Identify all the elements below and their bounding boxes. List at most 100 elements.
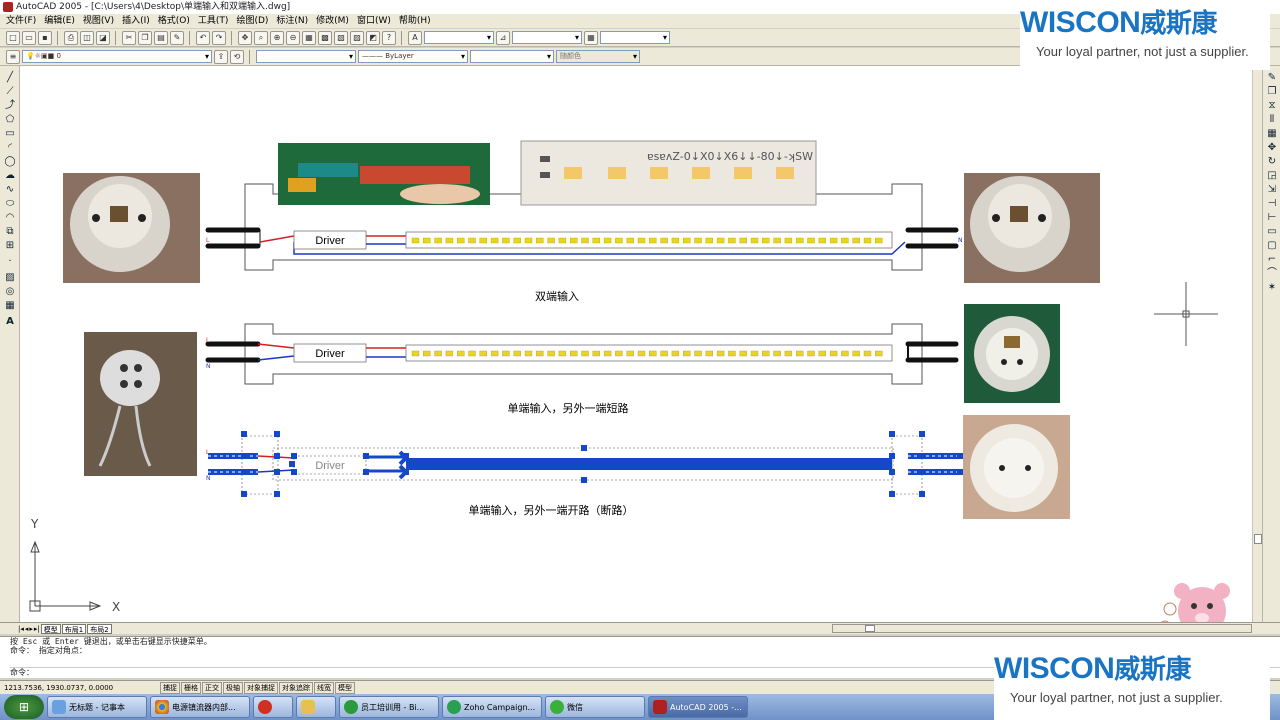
point-icon[interactable]: · bbox=[3, 256, 17, 268]
rotate-icon[interactable]: ↻ bbox=[1265, 156, 1279, 168]
table-icon[interactable]: ▦ bbox=[3, 300, 17, 312]
grip-handle[interactable] bbox=[289, 461, 295, 467]
insert-block-icon[interactable]: ⧉ bbox=[3, 226, 17, 238]
layer-manager-icon[interactable]: ≡ bbox=[6, 49, 20, 64]
grip-handle[interactable] bbox=[483, 461, 489, 467]
text-style-combo[interactable] bbox=[424, 31, 494, 44]
grip-handle[interactable] bbox=[889, 469, 895, 475]
revision-cloud-icon[interactable]: ☁ bbox=[3, 170, 17, 182]
construction-line-icon[interactable]: ⟋ bbox=[3, 86, 17, 98]
grip-handle[interactable] bbox=[241, 469, 247, 475]
match-properties-icon[interactable]: ✎ bbox=[170, 30, 184, 45]
plot-style-combo[interactable]: 随颜色 bbox=[556, 50, 640, 63]
undo-icon[interactable]: ↶ bbox=[196, 30, 210, 45]
new-icon[interactable]: □ bbox=[6, 30, 20, 45]
design-center-icon[interactable]: ▩ bbox=[318, 30, 332, 45]
tab-nav-prev-icon[interactable]: ◂ bbox=[25, 625, 29, 633]
grip-handle[interactable] bbox=[274, 453, 280, 459]
preview-icon[interactable]: ◫ bbox=[80, 30, 94, 45]
spline-icon[interactable]: ∿ bbox=[3, 184, 17, 196]
stretch-icon[interactable]: ⇲ bbox=[1265, 184, 1279, 196]
erase-icon[interactable]: ✎ bbox=[1265, 72, 1279, 84]
circle-icon[interactable]: ◯ bbox=[3, 156, 17, 168]
menu-view[interactable]: 视图(V) bbox=[81, 14, 116, 28]
taskbar-zoho[interactable]: Zoho Campaign... bbox=[442, 696, 542, 718]
taskbar-app3[interactable] bbox=[253, 696, 293, 718]
publish-icon[interactable]: ◪ bbox=[96, 30, 110, 45]
grip-handle[interactable] bbox=[291, 453, 297, 459]
menu-edit[interactable]: 编辑(E) bbox=[42, 14, 77, 28]
explode-icon[interactable]: ✶ bbox=[1265, 282, 1279, 294]
properties-icon[interactable]: ▦ bbox=[302, 30, 316, 45]
grip-handle[interactable] bbox=[363, 453, 369, 459]
dim-style-combo[interactable] bbox=[512, 31, 582, 44]
zoom-previous-icon[interactable]: ⊖ bbox=[286, 30, 300, 45]
snap-toggle[interactable]: 捕捉 bbox=[160, 681, 180, 694]
grip-handle[interactable] bbox=[274, 431, 280, 437]
grip-handle[interactable] bbox=[919, 491, 925, 497]
ellipse-icon[interactable]: ⬭ bbox=[3, 198, 17, 210]
arc-icon[interactable]: ◜ bbox=[3, 142, 17, 154]
tab-nav-first-icon[interactable]: |◂ bbox=[18, 625, 24, 633]
grip-handle[interactable] bbox=[291, 469, 297, 475]
osnap-toggle[interactable]: 对象捕捉 bbox=[244, 681, 278, 694]
hatch-icon[interactable]: ▨ bbox=[3, 272, 17, 284]
array-icon[interactable]: ▦ bbox=[1265, 128, 1279, 140]
sheet-set-icon[interactable]: ▨ bbox=[350, 30, 364, 45]
grip-handle[interactable] bbox=[581, 477, 587, 483]
zoom-realtime-icon[interactable]: ⌕ bbox=[254, 30, 268, 45]
grip-handle[interactable] bbox=[957, 469, 963, 475]
cut-icon[interactable]: ✂ bbox=[122, 30, 136, 45]
dim-style-icon[interactable]: ⊿ bbox=[496, 30, 510, 45]
save-icon[interactable]: ▪ bbox=[38, 30, 52, 45]
vertical-scrollbar[interactable] bbox=[1252, 66, 1262, 622]
menu-window[interactable]: 窗口(W) bbox=[355, 14, 393, 28]
offset-icon[interactable]: ⫴ bbox=[1265, 114, 1279, 126]
table-style-icon[interactable]: ▦ bbox=[584, 30, 598, 45]
redo-icon[interactable]: ↷ bbox=[212, 30, 226, 45]
menu-draw[interactable]: 绘图(D) bbox=[234, 14, 270, 28]
taskbar-wechat[interactable]: 微信 bbox=[545, 696, 645, 718]
menu-format[interactable]: 格式(O) bbox=[156, 14, 192, 28]
grip-handle[interactable] bbox=[919, 431, 925, 437]
zoom-window-icon[interactable]: ⊕ bbox=[270, 30, 284, 45]
ortho-toggle[interactable]: 正交 bbox=[202, 681, 222, 694]
text-style-icon[interactable]: A bbox=[408, 30, 422, 45]
grip-handle[interactable] bbox=[889, 431, 895, 437]
make-current-icon[interactable]: ⇪ bbox=[214, 49, 228, 64]
break-icon[interactable]: ▭ bbox=[1265, 226, 1279, 238]
otrack-toggle[interactable]: 对象追踪 bbox=[279, 681, 313, 694]
fillet-icon[interactable]: ⌒ bbox=[1265, 268, 1279, 280]
lineweight-combo[interactable] bbox=[470, 50, 554, 63]
grip-handle[interactable] bbox=[919, 469, 925, 475]
open-icon[interactable]: ▭ bbox=[22, 30, 36, 45]
ellipse-arc-icon[interactable]: ◠ bbox=[3, 212, 17, 224]
polyline-icon[interactable]: ⤴ bbox=[3, 100, 17, 112]
polygon-icon[interactable]: ⬠ bbox=[3, 114, 17, 126]
tab-layout2[interactable]: 布局2 bbox=[87, 623, 112, 634]
help-icon[interactable]: ? bbox=[382, 30, 396, 45]
pan-icon[interactable]: ✥ bbox=[238, 30, 252, 45]
grip-handle[interactable] bbox=[581, 445, 587, 451]
line-icon[interactable]: ╱ bbox=[3, 72, 17, 84]
drawing-canvas[interactable]: L N Driver 双端输入 L N Driver 单端输入，另外一端短路 L… bbox=[20, 66, 1252, 622]
grip-handle[interactable] bbox=[241, 453, 247, 459]
copy-object-icon[interactable]: ❐ bbox=[1265, 86, 1279, 98]
extend-icon[interactable]: ⊢ bbox=[1265, 212, 1279, 224]
grip-handle[interactable] bbox=[403, 453, 409, 459]
print-icon[interactable]: ⎙ bbox=[64, 30, 78, 45]
region-icon[interactable]: ◎ bbox=[3, 286, 17, 298]
menu-tools[interactable]: 工具(T) bbox=[196, 14, 231, 28]
tool-palettes-icon[interactable]: ▧ bbox=[334, 30, 348, 45]
table-style-combo[interactable] bbox=[600, 31, 670, 44]
polar-toggle[interactable]: 极轴 bbox=[223, 681, 243, 694]
menu-help[interactable]: 帮助(H) bbox=[397, 14, 433, 28]
start-button[interactable]: ⊞ bbox=[4, 695, 44, 719]
rectangle-icon[interactable]: ▭ bbox=[3, 128, 17, 140]
linetype-combo[interactable]: ——— ByLayer bbox=[358, 50, 468, 63]
taskbar-autocad[interactable]: AutoCAD 2005 -... bbox=[648, 696, 748, 718]
menu-dimension[interactable]: 标注(N) bbox=[274, 14, 310, 28]
menu-insert[interactable]: 插入(I) bbox=[120, 14, 152, 28]
horizontal-scroll-thumb[interactable] bbox=[865, 625, 875, 632]
grip-handle[interactable] bbox=[919, 453, 925, 459]
